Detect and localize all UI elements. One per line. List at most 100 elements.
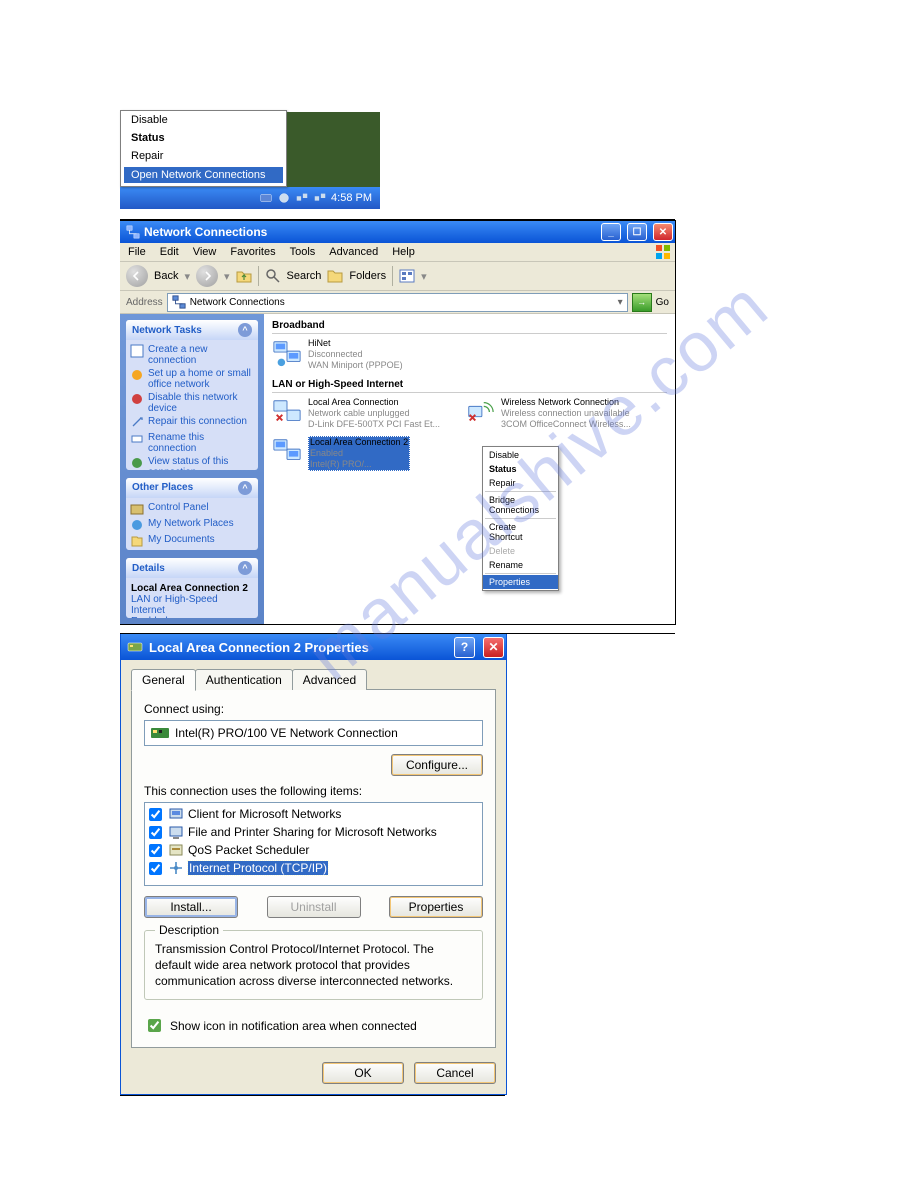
panel-title: Other Places (132, 482, 193, 493)
tray-menu-status[interactable]: Status (121, 129, 286, 147)
item-checkbox[interactable] (149, 862, 162, 875)
close-button[interactable]: ✕ (653, 223, 673, 241)
details-header[interactable]: Details ^ (126, 558, 258, 578)
client-icon (168, 806, 184, 822)
qos-icon (168, 842, 184, 858)
help-button[interactable]: ? (454, 637, 475, 658)
control-panel-icon (130, 502, 144, 516)
install-button[interactable]: Install... (144, 896, 238, 918)
menu-edit[interactable]: Edit (160, 246, 179, 258)
tray-menu-repair[interactable]: Repair (121, 147, 286, 165)
taskbar-clock: 4:58 PM (331, 192, 372, 204)
connection-hinet[interactable]: HiNet Disconnected WAN Miniport (PPPOE) (272, 338, 447, 371)
home-network-icon (130, 368, 144, 382)
task-rename[interactable]: Rename this connection (130, 432, 254, 454)
connection-name: Wireless Network Connection (501, 397, 631, 408)
tray-menu-open-network[interactable]: Open Network Connections (124, 167, 283, 183)
link-my-computer[interactable]: My Computer (130, 550, 254, 551)
forward-button[interactable] (196, 265, 218, 287)
item-checkbox[interactable] (149, 826, 162, 839)
properties-button[interactable]: Properties (389, 896, 483, 918)
task-disable[interactable]: Disable this network device (130, 392, 254, 414)
item-checkbox[interactable] (149, 808, 162, 821)
adapter-name: Intel(R) PRO/100 VE Network Connection (175, 726, 398, 740)
ctx-shortcut[interactable]: Create Shortcut (483, 520, 558, 544)
network-icon (126, 225, 140, 239)
connection-device: D-Link DFE-500TX PCI Fast Et... (308, 419, 440, 430)
ctx-repair[interactable]: Repair (483, 476, 558, 490)
rename-icon (130, 432, 144, 446)
show-icon-label: Show icon in notification area when conn… (170, 1019, 417, 1033)
tray-context-block: Disable Status Repair Open Network Conne… (120, 110, 380, 209)
go-button[interactable]: → (632, 293, 652, 312)
description-label: Description (155, 923, 223, 937)
other-places-header[interactable]: Other Places ^ (126, 478, 258, 498)
maximize-button[interactable]: ☐ (627, 223, 647, 241)
list-item[interactable]: File and Printer Sharing for Microsoft N… (147, 823, 480, 841)
task-view-status[interactable]: View status of this connection (130, 456, 254, 470)
item-checkbox[interactable] (149, 844, 162, 857)
search-label: Search (287, 270, 322, 282)
views-icon[interactable] (399, 268, 415, 284)
ctx-status[interactable]: Status (483, 462, 558, 476)
tab-advanced[interactable]: Advanced (292, 669, 367, 690)
documents-icon (130, 534, 144, 548)
menu-file[interactable]: File (128, 246, 146, 258)
wireless-icon (465, 397, 495, 427)
address-bar: Address Network Connections ▾ → Go (120, 291, 675, 314)
tabs: General Authentication Advanced (131, 669, 496, 690)
connection-wireless[interactable]: Wireless Network Connection Wireless con… (465, 397, 640, 430)
search-icon[interactable] (265, 268, 281, 284)
list-item[interactable]: QoS Packet Scheduler (147, 841, 480, 859)
tab-pane-general: Connect using: Intel(R) PRO/100 VE Netwo… (131, 689, 496, 1048)
menu-favorites[interactable]: Favorites (230, 246, 275, 258)
link-my-documents[interactable]: My Documents (130, 534, 254, 548)
menu-tools[interactable]: Tools (290, 246, 316, 258)
tab-general[interactable]: General (131, 669, 196, 691)
minimize-button[interactable]: _ (601, 223, 621, 241)
list-item[interactable]: Client for Microsoft Networks (147, 805, 480, 823)
connection-lan1[interactable]: Local Area Connection Network cable unpl… (272, 397, 447, 430)
task-setup-home[interactable]: Set up a home or small office network (130, 368, 254, 390)
ctx-rename[interactable]: Rename (483, 558, 558, 572)
back-button[interactable] (126, 265, 148, 287)
tab-authentication[interactable]: Authentication (195, 669, 293, 690)
address-dropdown-icon[interactable]: ▾ (618, 297, 623, 308)
link-control-panel[interactable]: Control Panel (130, 502, 254, 516)
list-item-selected[interactable]: Internet Protocol (TCP/IP) (147, 859, 480, 877)
network-tasks-header[interactable]: Network Tasks ^ (126, 320, 258, 340)
items-label: This connection uses the following items… (144, 784, 483, 798)
menu-advanced[interactable]: Advanced (329, 246, 378, 258)
connection-device: WAN Miniport (PPPOE) (308, 360, 403, 371)
details-panel: Details ^ Local Area Connection 2 LAN or… (126, 558, 258, 618)
address-input[interactable]: Network Connections ▾ (167, 293, 628, 312)
configure-button[interactable]: Configure... (391, 754, 483, 776)
connection-device: Intel(R) PRO/... (310, 459, 408, 470)
menu-view[interactable]: View (193, 246, 217, 258)
connection-lan2[interactable]: Local Area Connection 2 Enabled Intel(R)… (272, 436, 447, 471)
section-lan: LAN or High-Speed Internet (272, 377, 667, 393)
ctx-bridge[interactable]: Bridge Connections (483, 493, 558, 517)
cancel-button[interactable]: Cancel (414, 1062, 496, 1084)
folders-icon[interactable] (327, 268, 343, 284)
collapse-icon: ^ (238, 561, 252, 575)
ok-button[interactable]: OK (322, 1062, 404, 1084)
lan-icon (272, 397, 302, 427)
item-label: Internet Protocol (TCP/IP) (188, 861, 328, 875)
details-name: Local Area Connection 2 (131, 583, 253, 594)
close-button[interactable]: ✕ (483, 637, 504, 658)
tray-menu-disable[interactable]: Disable (121, 111, 286, 129)
task-repair[interactable]: Repair this connection (130, 416, 254, 430)
status-icon (130, 456, 144, 470)
menu-help[interactable]: Help (392, 246, 415, 258)
disable-icon (130, 392, 144, 406)
window-title: Network Connections (144, 225, 267, 239)
task-create-connection[interactable]: Create a new connection (130, 344, 254, 366)
link-network-places[interactable]: My Network Places (130, 518, 254, 532)
connection-status: Wireless connection unavailable (501, 408, 631, 419)
ctx-properties[interactable]: Properties (483, 575, 558, 589)
components-list[interactable]: Client for Microsoft Networks File and P… (144, 802, 483, 886)
show-icon-checkbox[interactable] (148, 1019, 161, 1032)
ctx-disable[interactable]: Disable (483, 448, 558, 462)
up-folder-icon[interactable] (236, 268, 252, 284)
